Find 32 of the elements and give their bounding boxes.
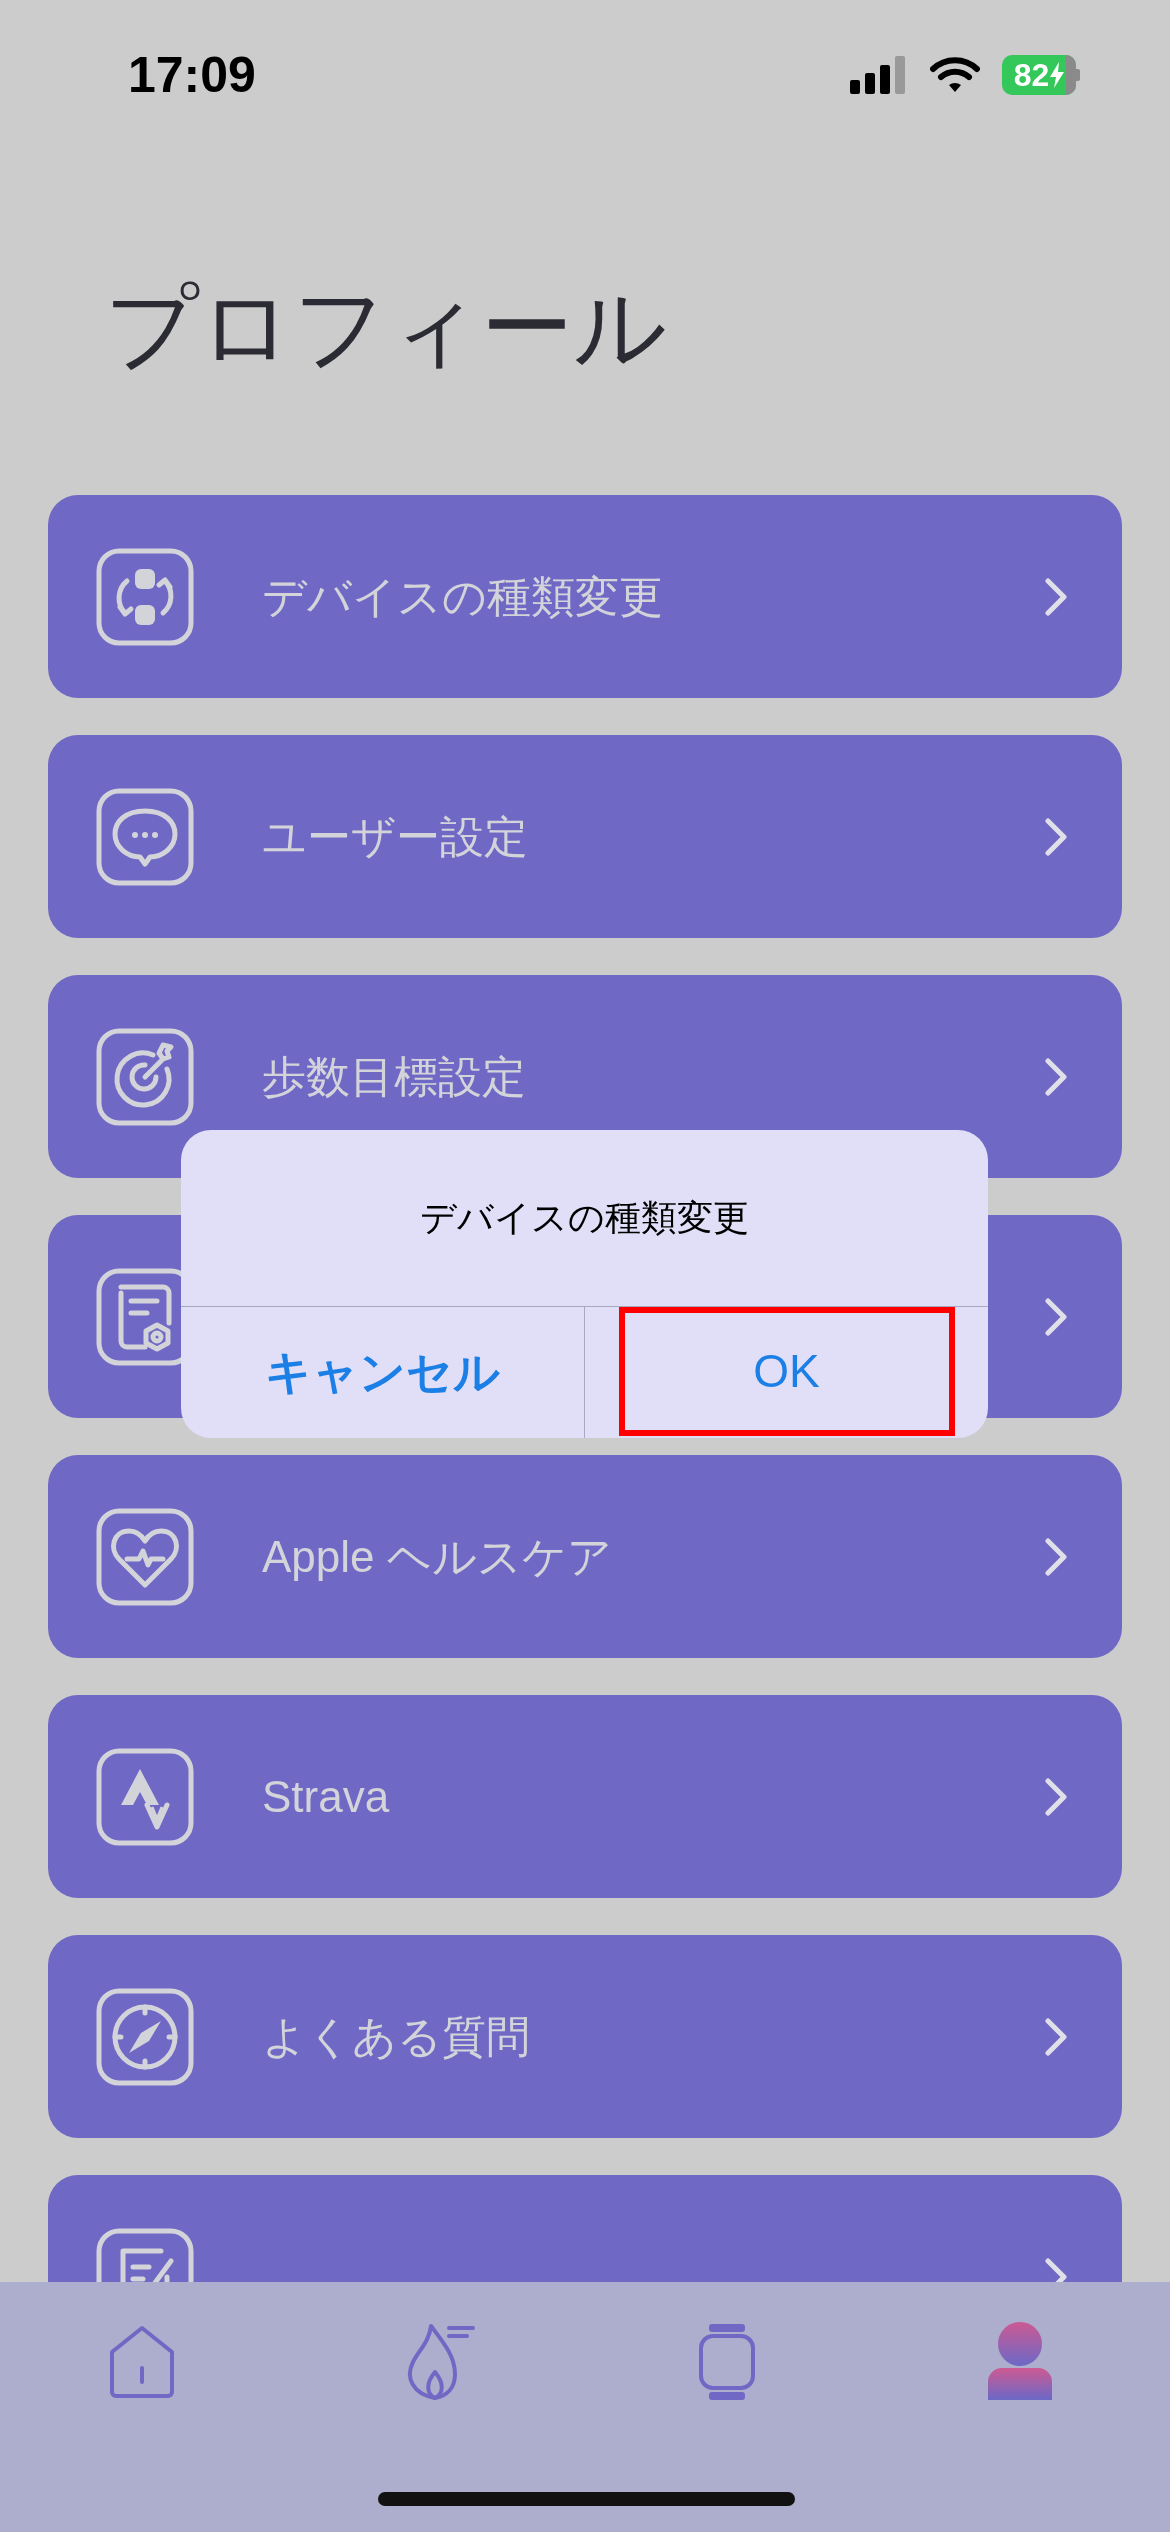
swap-icon [95, 546, 195, 647]
menu-label: よくある質問 [262, 2010, 531, 2063]
menu-label: デバイスの種類変更 [262, 570, 664, 623]
chevron-icon [1045, 817, 1067, 856]
wifi-icon [930, 56, 980, 94]
chevron-icon [1045, 1057, 1067, 1096]
page-title: プロフィール [105, 275, 667, 380]
dialog-title: デバイスの種類変更 [420, 1196, 749, 1240]
chat-bubble-icon [95, 786, 195, 887]
battery-indicator: 82 [1002, 55, 1076, 95]
status-time: 17:09 [128, 45, 256, 105]
menu-label: ユーザー設定 [262, 810, 529, 863]
cancel-button[interactable]: キャンセル [181, 1307, 584, 1438]
strava-logo-icon [95, 1746, 195, 1847]
menu-label: 歩数目標設定 [262, 1050, 527, 1103]
menu-item[interactable]: Strava [48, 1695, 1122, 1898]
menu-item[interactable]: デバイスの種類変更 [48, 495, 1122, 698]
target-icon [95, 1026, 195, 1127]
chevron-icon [1045, 1297, 1067, 1336]
chevron-icon [1045, 577, 1067, 616]
chevron-icon [1045, 1537, 1067, 1576]
menu-item[interactable]: Apple ヘルスケア [48, 1455, 1122, 1658]
menu-item[interactable]: よくある質問 [48, 1935, 1122, 2138]
signal-icon [850, 56, 908, 94]
menu-item[interactable]: ユーザー設定 [48, 735, 1122, 938]
menu-label: Strava [262, 1770, 391, 1823]
heart-pulse-icon [95, 1506, 195, 1607]
compass-icon [95, 1986, 195, 2087]
chevron-icon [1045, 1777, 1067, 1816]
chevron-icon [1045, 2017, 1067, 2056]
ok-button[interactable]: OK [618, 1307, 955, 1436]
menu-label: Apple ヘルスケア [262, 1530, 613, 1583]
